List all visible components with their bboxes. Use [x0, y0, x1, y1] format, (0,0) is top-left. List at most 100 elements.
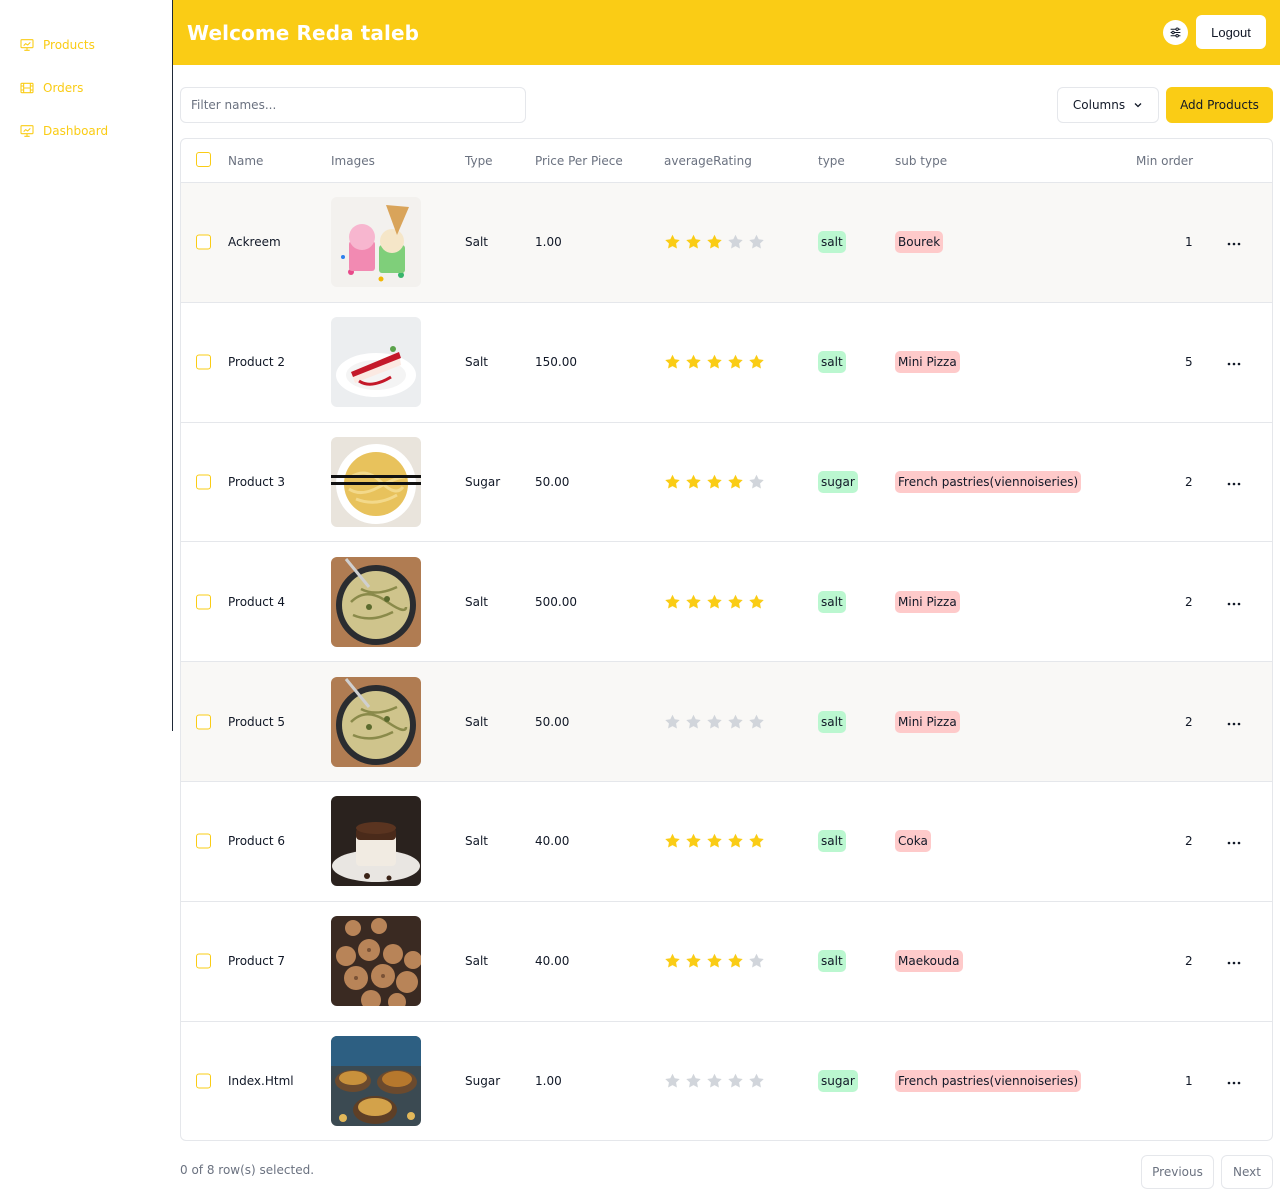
sidebar-item-label: Orders: [43, 81, 84, 95]
row-checkbox[interactable]: [196, 833, 211, 849]
star-filled-icon: [707, 474, 722, 489]
row-checkbox[interactable]: [196, 354, 211, 370]
type-badge-wrap: salt: [818, 590, 846, 613]
type-badge-wrap: salt: [818, 351, 846, 374]
sidebar-item-label: Products: [43, 38, 95, 52]
sidebar-item-orders[interactable]: Orders: [19, 77, 172, 99]
rating-stars: [664, 1073, 765, 1090]
table-row: Product 5 Salt 50.00 salt Mini Pizza 2: [181, 662, 1272, 782]
product-image: [331, 916, 421, 1007]
subtype-badge-wrap: Coka: [895, 830, 931, 853]
product-image: [331, 436, 421, 527]
star-filled-icon: [686, 354, 701, 369]
column-header-rating: averageRating: [664, 154, 752, 168]
rating-stars: [664, 234, 765, 251]
star-filled-icon: [686, 953, 701, 968]
product-name: Product 3: [228, 474, 286, 489]
star-filled-icon: [686, 594, 701, 609]
row-checkbox[interactable]: [196, 714, 211, 730]
columns-button[interactable]: Columns: [1057, 87, 1159, 123]
rating-stars: [664, 833, 765, 850]
header: Welcome Reda taleb Logout: [173, 0, 1280, 65]
star-empty-icon: [686, 714, 701, 729]
min-order: 1: [1185, 235, 1193, 250]
row-actions-button[interactable]: [1227, 1074, 1241, 1088]
rating-stars: [664, 953, 765, 970]
logout-button[interactable]: Logout: [1196, 15, 1266, 49]
product-price: 40.00: [535, 834, 570, 849]
sliders-icon: [1170, 27, 1181, 38]
rating-stars: [664, 593, 765, 610]
product-type: Salt: [465, 714, 489, 729]
type-badge: sugar: [818, 1070, 858, 1093]
chevron-down-icon: [1134, 103, 1142, 108]
previous-page-button[interactable]: Previous: [1141, 1155, 1214, 1189]
rating-stars: [664, 713, 765, 730]
star-filled-icon: [707, 594, 722, 609]
sidebar-item-dashboard[interactable]: Dashboard: [19, 120, 172, 142]
row-actions-button[interactable]: [1227, 595, 1241, 609]
row-actions-button[interactable]: [1227, 355, 1241, 369]
select-all-checkbox[interactable]: [196, 152, 211, 167]
film-icon: [20, 82, 34, 94]
type-badge: sugar: [818, 470, 858, 493]
subtype-badge: Mini Pizza: [895, 590, 960, 613]
row-checkbox[interactable]: [196, 234, 211, 250]
subtype-badge-wrap: French pastries(viennoiseries): [895, 470, 1082, 493]
product-image: [331, 676, 421, 767]
row-actions-button[interactable]: [1227, 954, 1241, 968]
row-checkbox[interactable]: [196, 474, 211, 490]
column-header-price: Price Per Piece: [535, 154, 623, 168]
star-filled-icon: [707, 235, 722, 249]
table-row: Index.Html Sugar 1.00 sugar French pastr…: [181, 1022, 1272, 1140]
more-horizontal-icon: [1227, 243, 1241, 246]
row-checkbox[interactable]: [196, 953, 211, 969]
star-filled-icon: [665, 235, 680, 249]
column-header-min-order: Min order: [1136, 154, 1194, 168]
sidebar-item-products[interactable]: Products: [19, 34, 172, 56]
subtype-badge-wrap: Mini Pizza: [895, 710, 960, 733]
star-filled-icon: [707, 354, 722, 369]
star-empty-icon: [749, 474, 764, 489]
subtype-badge-wrap: Mini Pizza: [895, 590, 960, 613]
type-badge-wrap: sugar: [818, 1070, 858, 1093]
sidebar-item-label: Dashboard: [43, 124, 109, 138]
column-header-type: Type: [465, 154, 493, 168]
type-badge-wrap: salt: [818, 231, 846, 254]
type-badge-wrap: sugar: [818, 470, 858, 493]
row-checkbox[interactable]: [196, 594, 211, 610]
star-empty-icon: [749, 953, 764, 968]
product-type: Salt: [465, 954, 489, 969]
product-image: [331, 556, 421, 647]
more-horizontal-icon: [1227, 482, 1241, 486]
star-filled-icon: [665, 953, 680, 968]
column-header-name[interactable]: Name: [228, 154, 263, 168]
add-products-button[interactable]: Add Products: [1166, 87, 1273, 123]
column-header-subtype: sub type: [895, 154, 948, 168]
star-filled-icon: [749, 354, 764, 369]
row-actions-button[interactable]: [1227, 834, 1241, 848]
settings-button[interactable]: [1163, 20, 1188, 45]
row-actions-button[interactable]: [1227, 235, 1241, 249]
row-actions-button[interactable]: [1227, 475, 1241, 489]
subtype-badge: Bourek: [895, 231, 944, 254]
type-badge: salt: [818, 710, 846, 733]
subtype-badge-wrap: Bourek: [895, 231, 944, 254]
star-filled-icon: [665, 474, 680, 489]
product-price: 150.00: [535, 355, 577, 370]
subtype-badge: Maekouda: [895, 950, 963, 973]
table-row: Product 4 Salt 500.00 salt Mini Pizza 2: [181, 542, 1272, 663]
table-row: Product 7 Salt 40.00 salt Maekouda 2: [181, 902, 1272, 1022]
type-badge: salt: [818, 830, 846, 853]
star-empty-icon: [707, 714, 722, 729]
product-price: 50.00: [535, 714, 570, 729]
row-checkbox[interactable]: [196, 1073, 211, 1089]
filter-names-input[interactable]: [180, 87, 526, 123]
row-actions-button[interactable]: [1227, 715, 1241, 729]
next-page-button[interactable]: Next: [1221, 1155, 1273, 1189]
star-empty-icon: [728, 714, 743, 729]
presentation-chart-icon: [20, 125, 34, 137]
star-filled-icon: [728, 474, 743, 489]
star-filled-icon: [728, 953, 743, 968]
product-image: [331, 796, 421, 887]
